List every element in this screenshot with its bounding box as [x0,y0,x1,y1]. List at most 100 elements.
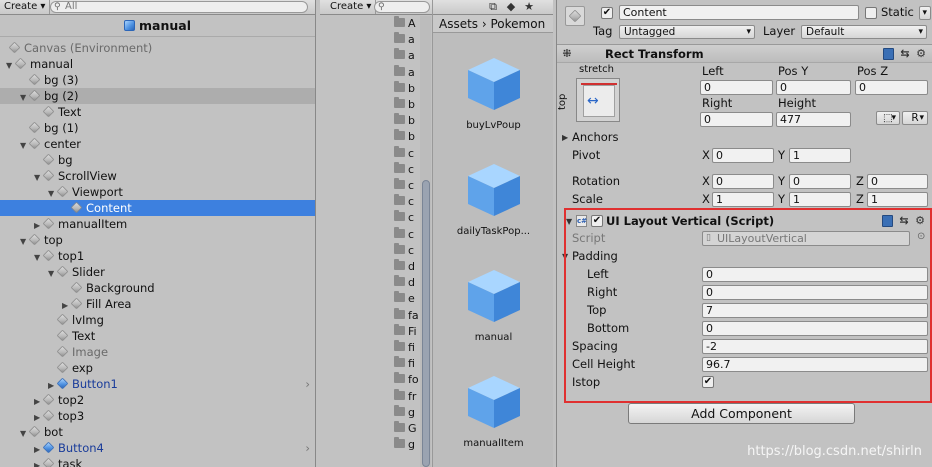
preset-icon[interactable]: ⇆ [899,48,911,60]
project-folder-item[interactable]: b [394,129,415,143]
project-folder-item[interactable]: c [394,178,414,192]
hierarchy-item[interactable]: ▶ top3 [0,408,315,424]
help-book-icon[interactable] [883,48,894,60]
project-folder-item[interactable]: b [394,80,415,95]
hierarchy-item[interactable]: ▶ Button4 › [0,440,315,456]
project-folder-item[interactable]: fi [394,356,415,370]
layer-dropdown[interactable]: Default [801,25,927,39]
filter-type-icon[interactable]: ⧉ [487,1,499,13]
hierarchy-item[interactable]: ▼ Viewport [0,184,315,200]
hierarchy-item[interactable]: ▼ ScrollView [0,168,315,184]
hierarchy-item[interactable]: Background [0,280,315,296]
chevron-right-icon[interactable]: › [305,376,310,392]
hierarchy-item[interactable]: ▶ task [0,456,315,467]
project-search-input[interactable]: ⚲ [374,1,430,13]
pivot-y-field[interactable]: 1 [789,148,851,163]
posz-field[interactable]: 0 [855,80,928,95]
tag-dropdown[interactable]: Untagged [619,25,755,39]
project-folder-item[interactable]: a [394,32,415,46]
hierarchy-item[interactable]: lvImg [0,312,315,328]
chevron-right-icon[interactable]: › [305,440,310,456]
hierarchy-item[interactable]: exp [0,360,315,376]
object-name-field[interactable]: Content [619,5,859,20]
raw-edit-button[interactable]: R [902,111,928,125]
hierarchy-item[interactable]: ▼ Slider [0,264,315,280]
project-folder-item[interactable]: fi [394,340,415,354]
project-create-dropdown[interactable]: Create ▾ [326,0,377,14]
hierarchy-item[interactable]: bg (1) [0,120,315,136]
anchor-preset-button[interactable]: ↔ [576,78,620,122]
project-folder-item[interactable]: c [394,226,414,241]
project-folder-item[interactable]: a [394,48,415,62]
project-scrollbar-thumb[interactable] [422,180,430,467]
project-folder-item[interactable]: c [394,194,414,208]
rotation-x-field[interactable]: 0 [712,174,774,189]
left-field[interactable]: 0 [700,80,773,95]
hierarchy-item[interactable]: bg [0,152,315,168]
prefab-asset[interactable]: manualItem [433,374,553,449]
project-folder-item[interactable]: c [394,242,414,257]
project-folder-item[interactable]: fo [394,372,419,386]
posy-field[interactable]: 0 [776,80,851,95]
pivot-x-field[interactable]: 0 [712,148,774,163]
gear-icon[interactable]: ⚙ [915,48,927,60]
hierarchy-search-input[interactable]: ⚲ All [50,1,308,13]
hierarchy-item[interactable]: ▼ top [0,232,315,248]
hierarchy-item[interactable]: ▶ Button1 › [0,376,315,392]
hierarchy-item[interactable]: ▼ top1 [0,248,315,264]
hierarchy-item[interactable]: Text [0,104,315,120]
height-field[interactable]: 477 [776,112,851,127]
static-dropdown[interactable] [919,6,931,20]
blueprint-mode-button[interactable]: ⬚ [876,111,900,125]
active-checkbox[interactable]: ✔ [601,7,613,19]
hierarchy-item[interactable]: ▶ Fill Area [0,296,315,312]
hierarchy-item[interactable]: ▼ center [0,136,315,152]
rotation-z-field[interactable]: 0 [867,174,928,189]
scale-y-field[interactable]: 1 [789,192,851,207]
hierarchy-item[interactable]: Canvas (Environment) [0,40,315,56]
favorite-star-icon[interactable]: ★ [523,1,535,13]
project-folder-item[interactable]: b [394,113,415,127]
project-folder-item[interactable]: fr [394,388,416,403]
prefab-asset[interactable]: manual [433,268,553,343]
prefab-asset[interactable]: dailyTaskPop... [433,162,553,237]
prefab-asset[interactable]: buyLvPoup [433,56,553,131]
project-folder-item[interactable]: e [394,291,415,305]
scale-z-field[interactable]: 1 [867,192,928,207]
project-folder-item[interactable]: a [394,64,415,79]
hierarchy-item[interactable]: ▶ top2 [0,392,315,408]
project-folder-item[interactable]: fa [394,307,419,322]
create-dropdown[interactable]: Create ▾ [0,0,51,14]
add-component-button[interactable]: Add Component [628,403,855,424]
rotation-y-field[interactable]: 0 [789,174,851,189]
scene-title[interactable]: manual [0,15,315,37]
anchors-label[interactable]: Anchors [572,130,619,144]
anchors-foldout-icon[interactable]: ▶ [562,133,568,142]
project-folder-item[interactable]: Fi [394,323,417,338]
project-folder-item[interactable]: A [394,16,416,30]
project-folder-item[interactable]: G [394,421,417,435]
project-folder-item[interactable]: c [394,210,414,224]
hierarchy-item[interactable]: ▶ manualItem [0,216,315,232]
asset-breadcrumb[interactable]: Assets › Pokemon [433,15,553,33]
project-folder-item[interactable]: d [394,259,415,273]
filter-label-icon[interactable]: ◆ [505,1,517,13]
hierarchy-item[interactable]: ▼ bg (2) [0,88,315,104]
right-field[interactable]: 0 [700,112,773,127]
project-folder-item[interactable]: g [394,404,415,419]
scale-x-field[interactable]: 1 [712,192,774,207]
collapsed-arrow-icon[interactable]: ▶ [34,458,43,467]
hierarchy-item[interactable]: Content [0,200,315,216]
hierarchy-item[interactable]: ▼ manual [0,56,315,72]
static-checkbox[interactable] [865,7,877,19]
rect-transform-header[interactable]: ⁜ Rect Transform ⇆ ⚙ [557,44,932,63]
hierarchy-item[interactable]: Text [0,328,315,344]
project-folder-item[interactable]: g [394,437,415,451]
hierarchy-item[interactable]: Image [0,344,315,360]
project-folder-item[interactable]: d [394,275,415,289]
project-folder-item[interactable]: c [394,161,414,176]
project-folder-item[interactable]: b [394,97,415,111]
hierarchy-item[interactable]: bg (3) [0,72,315,88]
project-folder-item[interactable]: c [394,145,414,160]
hierarchy-item[interactable]: ▼ bot [0,424,315,440]
